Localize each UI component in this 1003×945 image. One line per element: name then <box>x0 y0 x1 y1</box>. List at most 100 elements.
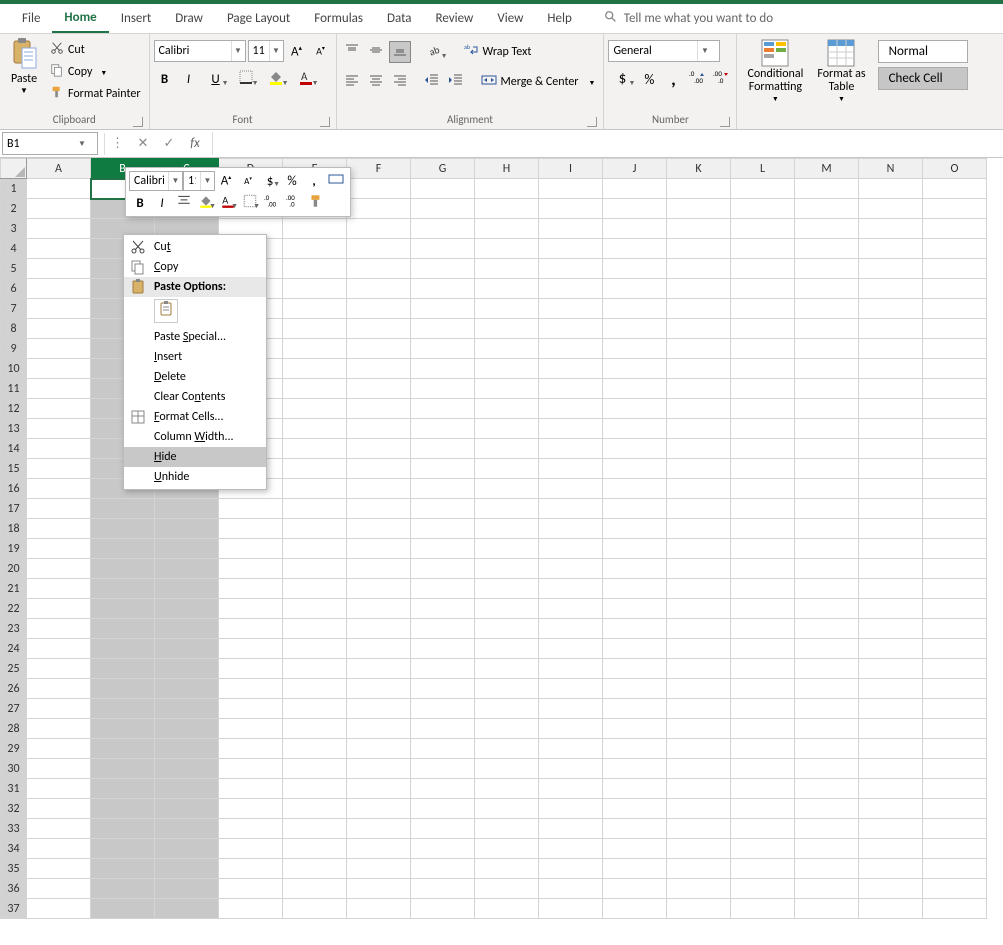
cell-D20[interactable] <box>219 559 283 579</box>
mini-increase-font[interactable]: A▴ <box>215 171 237 191</box>
row-header-28[interactable]: 28 <box>1 719 27 739</box>
cell-L28[interactable] <box>731 719 795 739</box>
cell-E28[interactable] <box>283 719 347 739</box>
chevron-down-icon[interactable]: ▼ <box>168 172 182 190</box>
ctx-delete[interactable]: Delete <box>124 367 266 387</box>
cell-E12[interactable] <box>283 399 347 419</box>
cell-E37[interactable] <box>283 899 347 919</box>
cell-D19[interactable] <box>219 539 283 559</box>
cell-O10[interactable] <box>923 359 987 379</box>
cell-K36[interactable] <box>667 879 731 899</box>
cell-A36[interactable] <box>27 879 91 899</box>
tab-view[interactable]: View <box>485 5 535 32</box>
cell-A21[interactable] <box>27 579 91 599</box>
cell-D25[interactable] <box>219 659 283 679</box>
chevron-down-icon[interactable]: ▼ <box>252 78 259 87</box>
cell-F5[interactable] <box>347 259 411 279</box>
row-header-1[interactable]: 1 <box>1 179 27 199</box>
cell-C28[interactable] <box>155 719 219 739</box>
cell-L11[interactable] <box>731 379 795 399</box>
cell-G24[interactable] <box>411 639 475 659</box>
cell-L19[interactable] <box>731 539 795 559</box>
cell-B29[interactable] <box>91 739 155 759</box>
cell-G3[interactable] <box>411 219 475 239</box>
cell-M1[interactable] <box>795 179 859 199</box>
cell-A29[interactable] <box>27 739 91 759</box>
cell-H10[interactable] <box>475 359 539 379</box>
row-header-25[interactable]: 25 <box>1 659 27 679</box>
cell-N17[interactable] <box>859 499 923 519</box>
font-name-combo[interactable]: ▼ <box>154 40 246 62</box>
row-header-13[interactable]: 13 <box>1 419 27 439</box>
chevron-down-icon[interactable]: ▼ <box>441 51 448 60</box>
cell-H8[interactable] <box>475 319 539 339</box>
increase-indent-button[interactable] <box>445 71 467 93</box>
cell-N36[interactable] <box>859 879 923 899</box>
cell-A15[interactable] <box>27 459 91 479</box>
mini-decrease-decimal[interactable]: .00.0 <box>283 193 305 213</box>
cell-I23[interactable] <box>539 619 603 639</box>
cell-G11[interactable] <box>411 379 475 399</box>
row-header-34[interactable]: 34 <box>1 839 27 859</box>
cell-H18[interactable] <box>475 519 539 539</box>
mini-fill-color[interactable]: ▼ <box>195 193 217 213</box>
cell-E13[interactable] <box>283 419 347 439</box>
row-header-9[interactable]: 9 <box>1 339 27 359</box>
chevron-down-icon[interactable]: ▼ <box>589 78 596 87</box>
cell-O35[interactable] <box>923 859 987 879</box>
cell-E30[interactable] <box>283 759 347 779</box>
cell-K7[interactable] <box>667 299 731 319</box>
cell-E5[interactable] <box>283 259 347 279</box>
cell-K20[interactable] <box>667 559 731 579</box>
cell-J21[interactable] <box>603 579 667 599</box>
comma-button[interactable]: , <box>662 68 684 90</box>
cell-F37[interactable] <box>347 899 411 919</box>
cell-N11[interactable] <box>859 379 923 399</box>
mini-bold[interactable]: B <box>129 193 151 213</box>
cell-N8[interactable] <box>859 319 923 339</box>
cell-L18[interactable] <box>731 519 795 539</box>
cell-A22[interactable] <box>27 599 91 619</box>
cell-B22[interactable] <box>91 599 155 619</box>
cell-O6[interactable] <box>923 279 987 299</box>
cell-N14[interactable] <box>859 439 923 459</box>
cell-N9[interactable] <box>859 339 923 359</box>
cell-M11[interactable] <box>795 379 859 399</box>
cell-K2[interactable] <box>667 199 731 219</box>
cell-O28[interactable] <box>923 719 987 739</box>
chevron-down-icon[interactable]: ▼ <box>200 172 214 190</box>
chevron-down-icon[interactable]: ▼ <box>231 201 238 210</box>
cell-C20[interactable] <box>155 559 219 579</box>
cell-O19[interactable] <box>923 539 987 559</box>
cell-G18[interactable] <box>411 519 475 539</box>
cell-M37[interactable] <box>795 899 859 919</box>
cell-L4[interactable] <box>731 239 795 259</box>
cell-O27[interactable] <box>923 699 987 719</box>
cell-J8[interactable] <box>603 319 667 339</box>
cell-F9[interactable] <box>347 339 411 359</box>
cell-J4[interactable] <box>603 239 667 259</box>
cell-G29[interactable] <box>411 739 475 759</box>
column-header-L[interactable]: L <box>731 159 795 179</box>
cell-L5[interactable] <box>731 259 795 279</box>
cell-L26[interactable] <box>731 679 795 699</box>
decrease-indent-button[interactable] <box>421 71 443 93</box>
cell-O30[interactable] <box>923 759 987 779</box>
cell-O36[interactable] <box>923 879 987 899</box>
cell-N15[interactable] <box>859 459 923 479</box>
cell-I16[interactable] <box>539 479 603 499</box>
cell-J37[interactable] <box>603 899 667 919</box>
accounting-format-button[interactable]: $▼ <box>608 68 636 90</box>
cell-G25[interactable] <box>411 659 475 679</box>
chevron-down-icon[interactable]: ▼ <box>253 201 260 210</box>
cell-F36[interactable] <box>347 879 411 899</box>
cell-J10[interactable] <box>603 359 667 379</box>
cell-M13[interactable] <box>795 419 859 439</box>
row-header-22[interactable]: 22 <box>1 599 27 619</box>
cell-G6[interactable] <box>411 279 475 299</box>
cell-E7[interactable] <box>283 299 347 319</box>
cell-K27[interactable] <box>667 699 731 719</box>
cell-O12[interactable] <box>923 399 987 419</box>
percent-button[interactable]: % <box>638 68 660 90</box>
underline-button[interactable]: U▼ <box>202 68 230 90</box>
